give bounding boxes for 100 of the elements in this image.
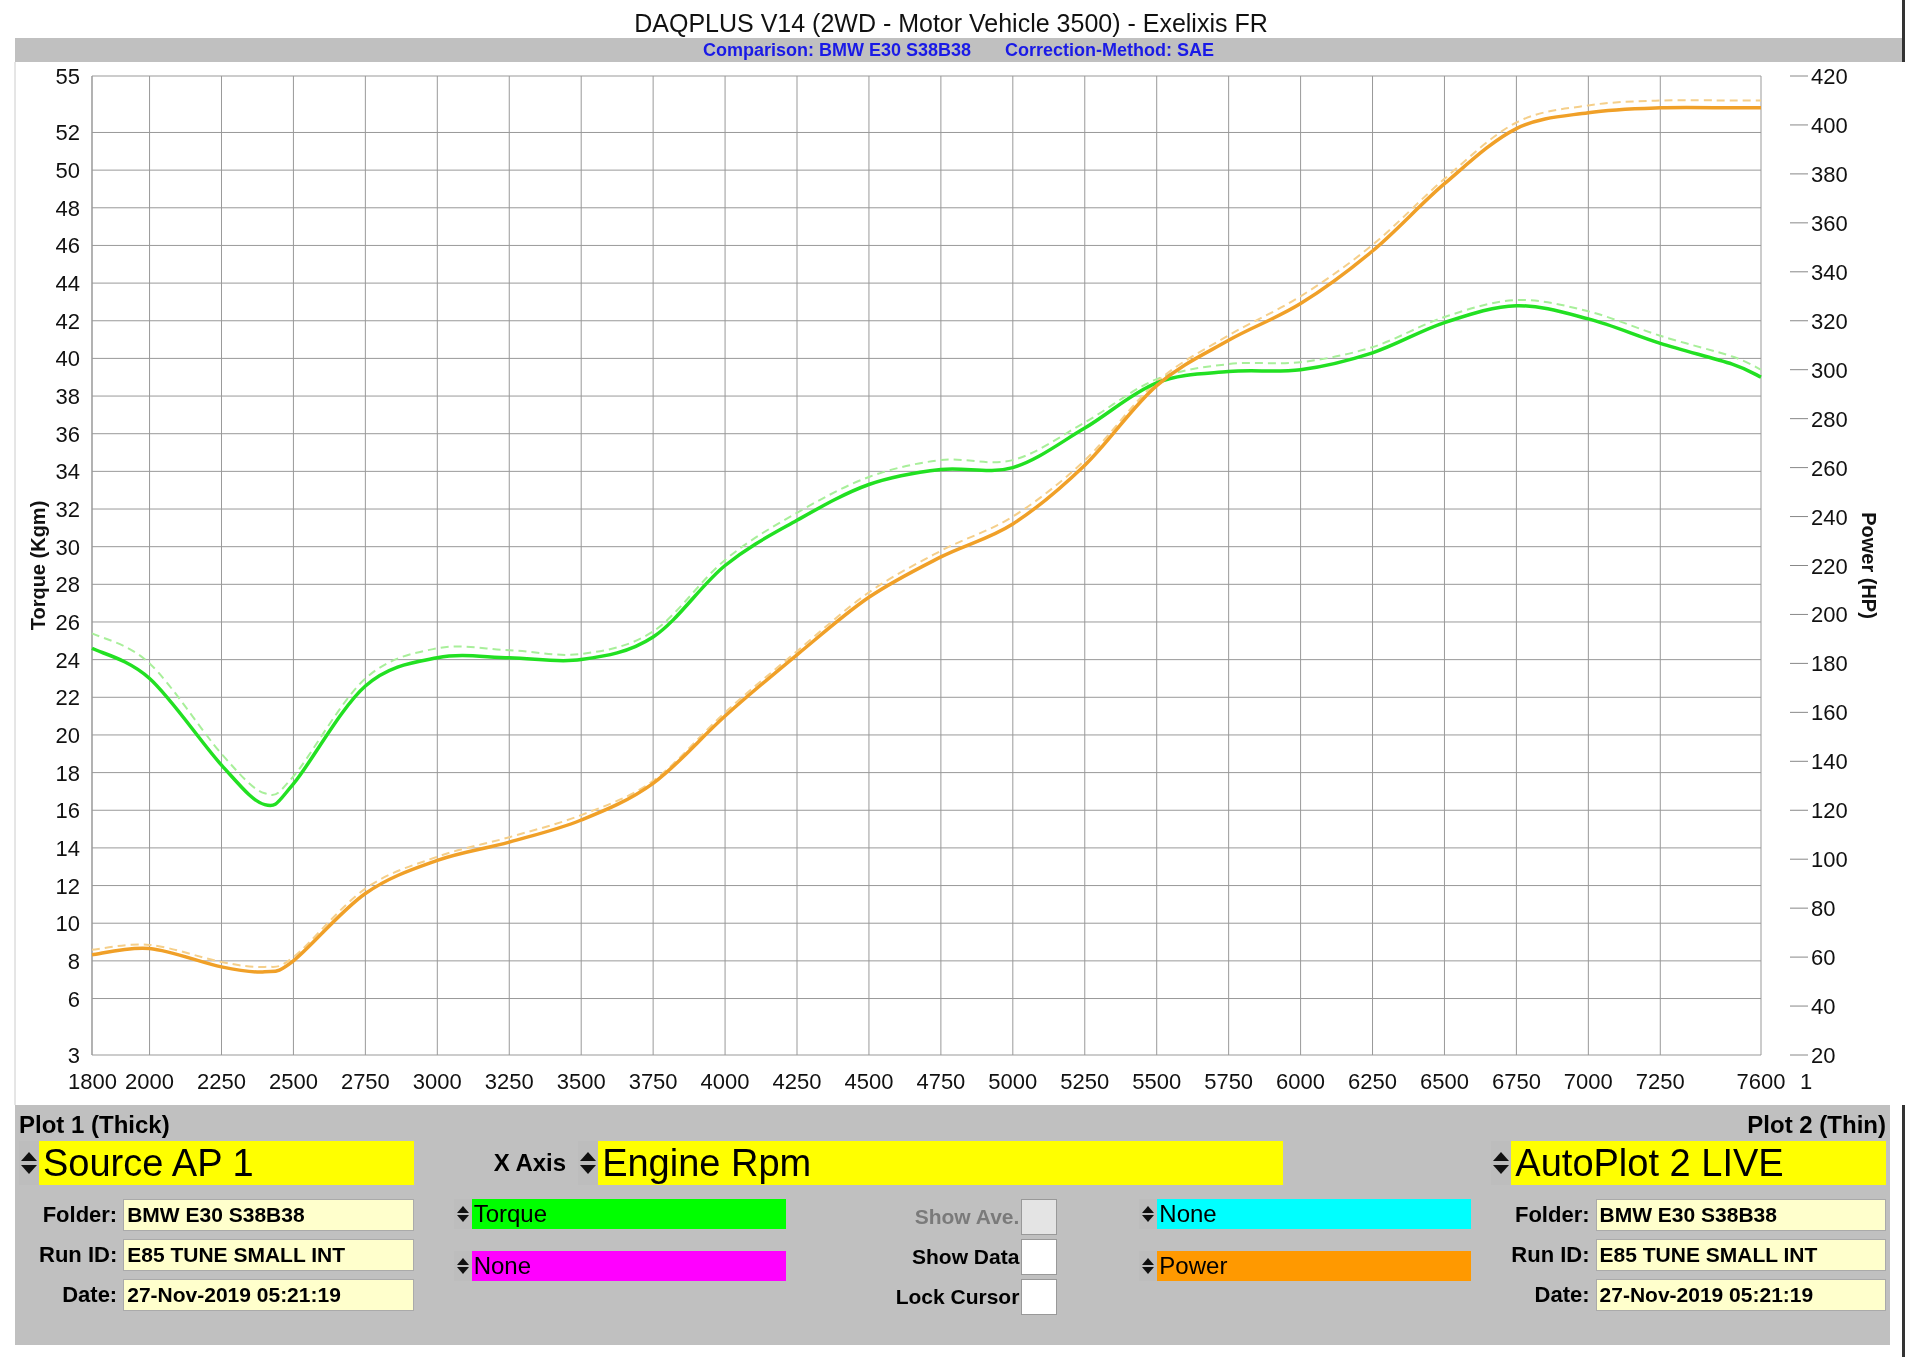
tick-label: 5750 [1204,1069,1254,1094]
tick-label: 14 [55,835,80,861]
tick-label: 6500 [1420,1069,1469,1094]
channel-selector[interactable]: None [1157,1199,1472,1229]
field-label: Run ID: [1511,1242,1590,1268]
checkbox[interactable] [1021,1239,1058,1275]
tick-label: 300 [1811,357,1848,383]
tick-label: 3500 [556,1069,606,1094]
tick-label: 120 [1811,798,1848,824]
field-value: E85 TUNE SMALL INT [123,1239,414,1271]
tick-label: 38 [55,384,80,410]
tick-label: 320 [1811,308,1848,334]
tick-label: 12 [55,873,80,899]
tick-label: 5500 [1132,1069,1182,1094]
tick-label: 420 [1811,64,1848,89]
tick-label: 380 [1811,161,1848,187]
tick-label: 24 [55,647,80,673]
tick-label: 240 [1811,504,1848,530]
tick-label: 6250 [1348,1069,1397,1094]
tick-label: 50 [55,158,80,184]
tick-label: 20 [55,722,80,748]
tick-label: 3750 [628,1069,678,1094]
tick-label: 140 [1811,749,1848,775]
tick-label: 28 [55,572,80,598]
option-label: Show Data [911,1245,1020,1269]
tick-label: 18 [55,760,80,786]
tick-label: 7600 [1736,1069,1786,1094]
subtitle: Correction-Method: SAE [1005,39,1215,61]
tick-label: 4500 [844,1069,894,1094]
tick-label: 46 [55,233,80,259]
tick-label: 40 [55,346,80,372]
tick-label: 6 [67,986,80,1012]
source-selector[interactable]: AutoPlot 2 LIVE [1511,1141,1886,1185]
tick-label: 44 [55,271,80,297]
field-label: Date: [1533,1282,1590,1308]
x-axis-label: X Axis [493,1149,567,1177]
tick-label: 180 [1811,651,1848,677]
subtitle: Comparison: BMW E30 S38B38 [702,39,972,61]
tick-label: 26 [55,610,80,635]
tick-label: 200 [1811,602,1848,628]
tick-label: 30 [55,534,80,560]
tick-label: 34 [55,459,80,485]
tick-label: 52 [55,120,80,146]
tick-label: 280 [1811,406,1848,432]
plot-title: Plot 2 (Thin) [1747,1111,1886,1138]
axis-title: Torque (Kgm) [27,500,49,631]
tick-label: 7000 [1563,1069,1613,1094]
tick-label: 55 [55,64,80,89]
tick-label: 42 [55,308,80,334]
channel-selector[interactable]: Torque [471,1199,786,1229]
field-value: E85 TUNE SMALL INT [1595,1239,1886,1271]
tick-label: 3250 [484,1069,534,1094]
tick-label: 360 [1811,210,1848,236]
option-label: Lock Cursor [895,1285,1020,1309]
tick-label: 4750 [916,1069,966,1094]
tick-label: 80 [1811,896,1836,922]
field-value: 27-Nov-2019 05:21:19 [123,1279,414,1311]
tick-label: 8 [67,948,80,974]
field-label: Folder: [41,1202,118,1228]
field-label: Run ID: [39,1242,118,1268]
field-label: Folder: [1514,1202,1590,1228]
option-label: Show Ave. [913,1205,1020,1229]
tick-label: 2750 [340,1069,390,1094]
tick-label: 4000 [700,1069,750,1094]
source-selector[interactable]: Source AP 1 [39,1141,414,1185]
tick-label: 3000 [412,1069,462,1094]
tick-label: 340 [1811,259,1848,285]
tick-label: 260 [1811,455,1848,481]
channel-selector[interactable]: Power [1157,1251,1472,1281]
tick-label: 1800 [68,1069,117,1094]
tick-label: 4250 [772,1069,822,1094]
x-axis-selector[interactable]: Engine Rpm [598,1141,1284,1185]
tick-label: 48 [55,195,80,221]
tick-label: 60 [1811,945,1836,971]
tick-label: 5000 [988,1069,1038,1094]
tick-label: 36 [55,421,80,447]
tick-label: 220 [1811,553,1848,579]
tick-label: 20 [1811,1043,1836,1068]
field-value: 27-Nov-2019 05:21:19 [1595,1279,1886,1311]
field-label: Date: [61,1282,118,1308]
tick-label: 1 [1800,1069,1813,1094]
tick-label: 10 [55,911,80,937]
tick-label: 2250 [197,1069,246,1094]
tick-label: 6750 [1491,1069,1541,1094]
tick-label: 3 [67,1043,80,1068]
window-title: DAQPLUS V14 (2WD - Motor Vehicle 3500) - Exelixis FR [634,9,1268,38]
tick-label: 160 [1811,700,1848,726]
tick-label: 7250 [1635,1069,1685,1094]
plot-title: Plot 1 (Thick) [19,1111,170,1138]
tick-label: 40 [1811,994,1836,1020]
tick-label: 2000 [125,1069,175,1094]
field-value: BMW E30 S38B38 [1595,1199,1886,1231]
tick-label: 100 [1811,847,1848,873]
field-value: BMW E30 S38B38 [123,1199,414,1231]
channel-selector[interactable]: None [471,1251,786,1281]
checkbox[interactable] [1021,1279,1058,1315]
axis-title: Power (HP) [1858,512,1880,619]
tick-label: 22 [55,685,80,711]
tick-label: 5250 [1060,1069,1110,1094]
tick-label: 400 [1811,112,1848,138]
